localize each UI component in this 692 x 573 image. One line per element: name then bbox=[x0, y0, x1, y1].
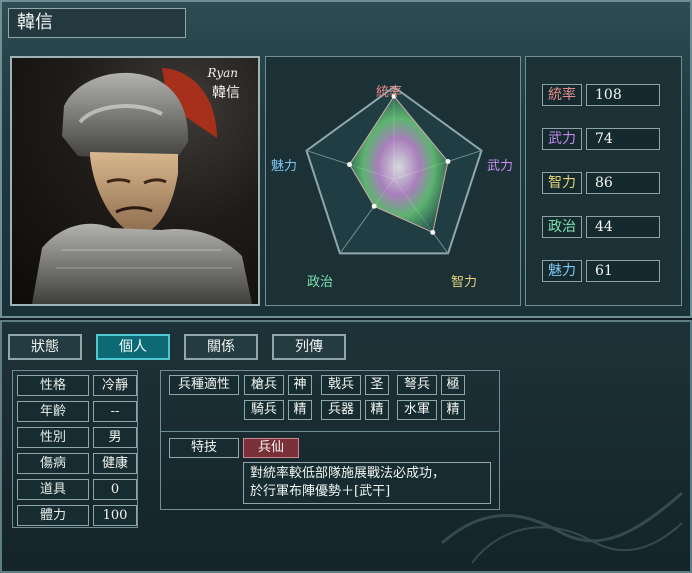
profile-key: 性格 bbox=[17, 375, 89, 396]
aptitude-unit: 槍兵 bbox=[244, 375, 284, 395]
profile-row: 道具 0 bbox=[17, 479, 137, 500]
radar-point-force bbox=[445, 158, 451, 164]
stat-row-force: 武力 74 bbox=[542, 128, 668, 152]
profile-row: 體力 100 bbox=[17, 505, 137, 526]
radar-point-politics bbox=[371, 203, 377, 209]
aptitude-grade: 極 bbox=[441, 375, 465, 395]
stat-label: 智力 bbox=[542, 172, 582, 194]
skill-name-badge[interactable]: 兵仙 bbox=[243, 438, 299, 458]
stat-label: 政治 bbox=[542, 216, 582, 238]
stat-value: 61 bbox=[586, 260, 660, 282]
radar-panel: 統率 武力 智力 政治 魅力 bbox=[265, 56, 521, 306]
profile-key: 年齡 bbox=[17, 401, 89, 422]
stat-value: 74 bbox=[586, 128, 660, 150]
aptitude-grade: 精 bbox=[288, 400, 312, 420]
skill-title: 特技 bbox=[169, 438, 239, 458]
stat-label: 統率 bbox=[542, 84, 582, 106]
profile-value: 100 bbox=[93, 505, 137, 526]
radar-point-charm bbox=[347, 162, 353, 168]
portrait-caption: 韓信 bbox=[212, 85, 240, 101]
profile-value: 健康 bbox=[93, 453, 137, 474]
aptitude-unit: 弩兵 bbox=[397, 375, 437, 395]
profile-key: 傷病 bbox=[17, 453, 89, 474]
background-ornament bbox=[441, 491, 683, 564]
stat-row-charm: 魅力 61 bbox=[542, 260, 668, 284]
profile-key: 道具 bbox=[17, 479, 89, 500]
stat-label: 魅力 bbox=[542, 260, 582, 282]
tab-personal[interactable]: 個人 bbox=[96, 334, 170, 360]
radar-label-intelligence: 智力 bbox=[451, 275, 478, 290]
stats-panel: 統率 108 武力 74 智力 86 政治 44 魅力 61 bbox=[525, 56, 682, 306]
aptitude-title: 兵種適性 bbox=[169, 375, 239, 395]
radar-label-politics: 政治 bbox=[307, 275, 334, 290]
aptitude-unit: 兵器 bbox=[321, 400, 361, 420]
profile-value: 0 bbox=[93, 479, 137, 500]
tab-status[interactable]: 狀態 bbox=[8, 334, 82, 360]
profile-row: 傷病 健康 bbox=[17, 453, 137, 474]
aptitude-grade: 神 bbox=[288, 375, 312, 395]
profile-value: -- bbox=[93, 401, 137, 422]
profile-key: 性別 bbox=[17, 427, 89, 448]
radar-point-intelligence bbox=[430, 229, 436, 235]
tab-relations[interactable]: 關係 bbox=[184, 334, 258, 360]
stat-row-politics: 政治 44 bbox=[542, 216, 668, 240]
aptitude-grade: 圣 bbox=[365, 375, 389, 395]
radar-label-leadership: 統率 bbox=[376, 85, 403, 100]
radar-label-force: 武力 bbox=[487, 159, 514, 174]
aptitude-unit: 戟兵 bbox=[321, 375, 361, 395]
profile-row: 性別 男 bbox=[17, 427, 137, 448]
stat-label: 武力 bbox=[542, 128, 582, 150]
stat-value: 108 bbox=[586, 84, 660, 106]
profile-row: 年齡 -- bbox=[17, 401, 137, 422]
portrait-signature: Ryan bbox=[207, 66, 239, 80]
stat-row-intelligence: 智力 86 bbox=[542, 172, 668, 196]
character-name: 韓信 bbox=[8, 8, 186, 38]
aptitude-unit: 騎兵 bbox=[244, 400, 284, 420]
tab-biography[interactable]: 列傳 bbox=[272, 334, 346, 360]
stat-value: 44 bbox=[586, 216, 660, 238]
profile-value: 男 bbox=[93, 427, 137, 448]
profile-key: 體力 bbox=[17, 505, 89, 526]
profile-value: 冷靜 bbox=[93, 375, 137, 396]
stat-value: 86 bbox=[586, 172, 660, 194]
profile-row: 性格 冷靜 bbox=[17, 375, 137, 396]
stat-row-leadership: 統率 108 bbox=[542, 84, 668, 108]
radar-label-charm: 魅力 bbox=[271, 159, 298, 174]
profile-table: 性格 冷靜 年齡 -- 性別 男 傷病 健康 道具 0 體力 100 bbox=[12, 370, 138, 528]
aptitude-grade: 精 bbox=[365, 400, 389, 420]
aptitude-unit: 水軍 bbox=[397, 400, 437, 420]
portrait: Ryan 韓信 bbox=[10, 56, 260, 306]
